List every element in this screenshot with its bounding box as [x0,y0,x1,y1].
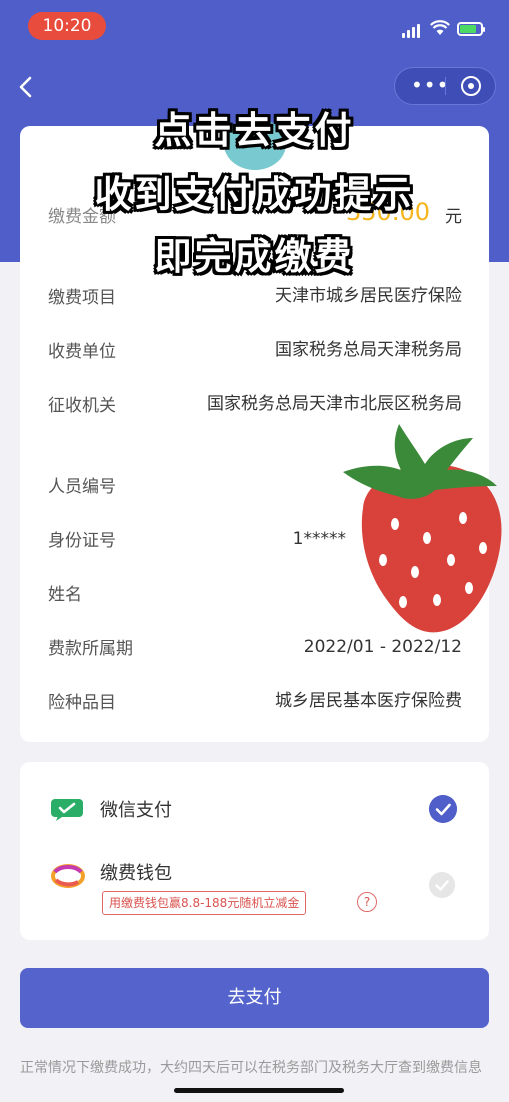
detail-value: 2022/01 - 2022/12 [303,637,462,657]
selected-check-icon[interactable] [429,795,457,823]
detail-value: 城乡居民基本医疗保险费 [275,691,462,711]
cellular-signal-icon [402,24,420,38]
battery-icon [457,22,485,36]
detail-label: 身份证号 [48,531,116,551]
back-arrow-icon[interactable] [14,72,40,102]
detail-value: 天津市城乡居民医疗保险 [275,286,462,306]
detail-label: 人员编号 [48,477,116,497]
help-icon[interactable]: ? [357,892,377,912]
wechat-pay-option[interactable]: 微信支付 [100,796,172,822]
detail-label: 费款所属期 [48,639,133,659]
home-indicator [174,1088,344,1093]
wechat-pay-icon[interactable] [50,796,84,822]
detail-label: 姓名 [48,585,82,605]
close-target-icon[interactable] [461,76,481,96]
detail-label: 征收机关 [48,396,116,416]
detail-label: 险种品目 [48,693,116,713]
overlay-caption-line1: 点击去支付 [154,109,355,152]
payment-wallet-icon[interactable] [50,860,86,890]
unselected-check-icon[interactable] [429,872,455,898]
detail-label: 缴费项目 [48,288,116,308]
go-pay-button[interactable]: 去支付 [20,968,489,1028]
wifi-icon [430,20,450,35]
footer-note: 正常情况下缴费成功，大约四天后可以在税务部门及税务大厅查到缴费信息 [20,1060,482,1076]
overlay-caption-line3: 即完成缴费 [154,235,355,278]
payment-wallet-option[interactable]: 缴费钱包 [100,859,172,885]
status-time: 10:20 [28,12,106,40]
detail-label: 收费单位 [48,342,116,362]
more-menu-icon[interactable]: ••• [411,74,449,96]
detail-value: 国家税务总局天津市北辰区税务局 [207,394,462,414]
status-bar: 10:20 [0,0,509,52]
overlay-caption-line2: 收到支付成功提示 [94,173,415,216]
wallet-promo-badge[interactable]: 用缴费钱包赢8.8-188元随机立减金 [102,891,307,915]
detail-value: 国家税务总局天津税务局 [275,340,462,360]
strawberry-sticker-icon [343,424,502,633]
